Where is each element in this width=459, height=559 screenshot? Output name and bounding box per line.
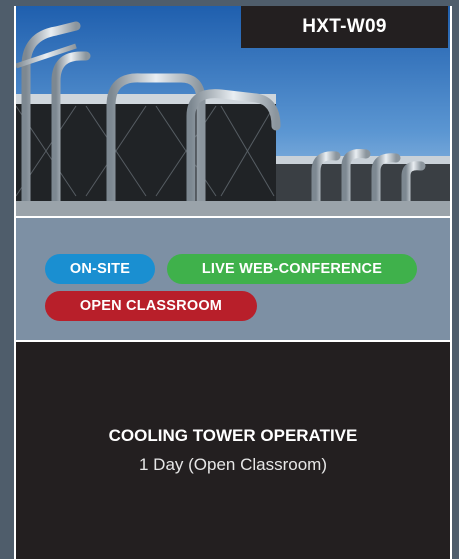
course-info: COOLING TOWER OPERATIVE 1 Day (Open Clas… <box>16 342 450 559</box>
tag-open-classroom[interactable]: OPEN CLASSROOM <box>45 291 257 321</box>
tag-live-web-conference[interactable]: LIVE WEB-CONFERENCE <box>167 254 417 284</box>
tag-on-site[interactable]: ON-SITE <box>45 254 155 284</box>
course-card[interactable]: HXT-W09 ON-SITE LIVE WEB-CONFERENCE OPEN… <box>14 6 452 559</box>
course-code-badge: HXT-W09 <box>241 6 448 48</box>
course-title[interactable]: COOLING TOWER OPERATIVE <box>16 426 450 446</box>
delivery-tags-panel: ON-SITE LIVE WEB-CONFERENCE OPEN CLASSRO… <box>16 218 450 340</box>
course-duration: 1 Day (Open Classroom) <box>138 455 327 474</box>
cooling-tower-image: HXT-W09 <box>16 6 450 216</box>
